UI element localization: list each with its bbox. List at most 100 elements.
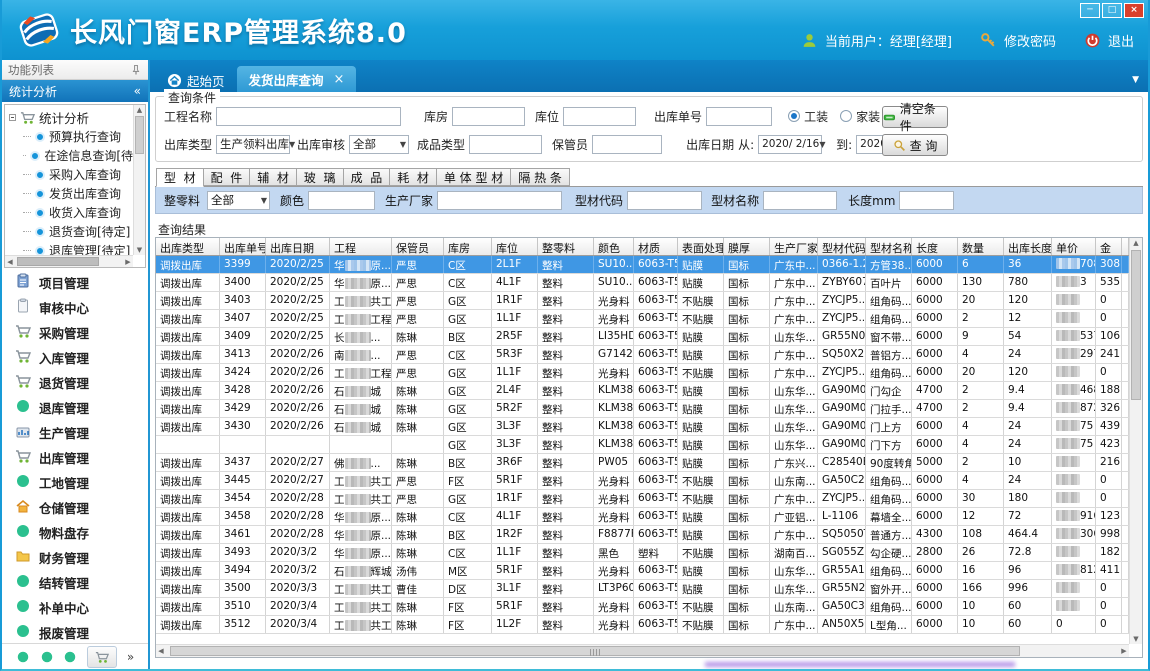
tree-item[interactable]: 采购入库查询 <box>9 165 133 184</box>
stats-panel-header[interactable]: 统计分析 « <box>2 80 148 102</box>
material-tab[interactable]: 隔 热 条 <box>511 168 570 186</box>
material-tab[interactable]: 辅 材 <box>250 168 297 186</box>
sidebar-item-clipboard[interactable]: 项目管理 <box>2 270 148 295</box>
column-header[interactable]: 型材代码 <box>818 238 866 255</box>
product-type-input[interactable] <box>469 135 542 154</box>
column-header[interactable]: 材质 <box>634 238 678 255</box>
sidebar-item-dot[interactable]: 报废管理 <box>2 620 148 643</box>
table-row[interactable]: 调拨出库33992020/2/25华原...严思C区2L1F整料SU10...6… <box>156 256 1129 274</box>
column-header[interactable]: 数量 <box>958 238 1004 255</box>
column-header[interactable]: 金 <box>1096 238 1122 255</box>
sidebar-item-doc[interactable]: 审核中心 <box>2 295 148 320</box>
green-dot-icon[interactable] <box>63 650 77 664</box>
keeper-input[interactable] <box>592 135 662 154</box>
table-row[interactable]: 调拨出库34372020/2/27佛...陈琳B区3R6F整料PW056063-… <box>156 454 1129 472</box>
pin-icon[interactable] <box>130 64 142 76</box>
scroll-left-icon[interactable]: ◀ <box>5 256 15 268</box>
profile-name-input[interactable] <box>763 191 837 210</box>
zhengling-select[interactable]: 全部▼ <box>207 191 270 210</box>
tree-item[interactable]: 退库管理[待定] <box>9 241 133 255</box>
sidebar-item-cart[interactable]: 退货管理 <box>2 370 148 395</box>
sidebar-item-home[interactable]: 仓储管理 <box>2 495 148 520</box>
column-header[interactable]: 出库长度 <box>1004 238 1052 255</box>
table-row[interactable]: 调拨出库34452020/2/27工共工程严思F区5R1F整料光身料6063-T… <box>156 472 1129 490</box>
tree-vertical-scrollbar[interactable]: ▲ ▼ <box>133 105 145 255</box>
sidebar-item-dot[interactable]: 工地管理 <box>2 470 148 495</box>
column-header[interactable]: 保管员 <box>392 238 444 255</box>
location-input[interactable] <box>563 107 636 126</box>
scroll-down-icon[interactable]: ▼ <box>1130 634 1142 644</box>
tab-overflow-icon[interactable]: ▼ <box>1132 75 1139 85</box>
sidebar-item-cart[interactable]: 出库管理 <box>2 445 148 470</box>
sidebar-item-dot[interactable]: 结转管理 <box>2 570 148 595</box>
material-tab[interactable]: 单 体 型 材 <box>437 168 511 186</box>
column-header[interactable]: 工程 <box>330 238 392 255</box>
column-header[interactable]: 长度 <box>912 238 958 255</box>
table-row[interactable]: 调拨出库34132020/2/26南...严思C区5R3F整料G71422606… <box>156 346 1129 364</box>
order-no-input[interactable] <box>706 107 772 126</box>
scroll-left-icon[interactable]: ◀ <box>156 645 166 658</box>
tree-expand-icon[interactable] <box>9 114 16 121</box>
material-tab[interactable]: 玻 璃 <box>297 168 344 186</box>
maximize-button[interactable]: □ <box>1102 3 1122 18</box>
tree-item[interactable]: 收货入库查询 <box>9 203 133 222</box>
table-row[interactable]: 调拨出库34542020/2/28工共工程严思G区1R1F整料光身料6063-T… <box>156 490 1129 508</box>
material-tab[interactable]: 配 件 <box>204 168 251 186</box>
sidebar-item-dot[interactable]: 退库管理 <box>2 395 148 420</box>
column-header[interactable]: 单价 <box>1052 238 1096 255</box>
column-header[interactable]: 库房 <box>444 238 492 255</box>
tab-close-icon[interactable]: × <box>334 72 345 87</box>
column-header[interactable]: 生产厂家 <box>770 238 818 255</box>
search-button[interactable]: 查 询 <box>882 134 948 156</box>
table-row[interactable]: 调拨出库34242020/2/26工工程严思G区1L1F整料光身料6063-T5… <box>156 364 1129 382</box>
table-row[interactable]: 调拨出库34002020/2/25华原...严思C区4L1F整料SU10...6… <box>156 274 1129 292</box>
clear-conditions-button[interactable]: 清空条件 <box>882 106 948 128</box>
scroll-up-icon[interactable]: ▲ <box>134 105 145 115</box>
column-header[interactable]: 出库单号 <box>220 238 266 255</box>
sidebar-item-cart[interactable]: 入库管理 <box>2 345 148 370</box>
audit-select[interactable]: 全部▼ <box>349 135 409 154</box>
column-header[interactable]: 库位 <box>492 238 538 255</box>
sidebar-item-dot[interactable]: 补单中心 <box>2 595 148 620</box>
sidebar-item-cart[interactable]: 采购管理 <box>2 320 148 345</box>
column-header[interactable]: 表面处理 <box>678 238 724 255</box>
table-row[interactable]: 调拨出库34092020/2/25长...陈琳B区2R5F整料LI35HD606… <box>156 328 1129 346</box>
table-row[interactable]: 调拨出库34942020/3/2石辉城汤伟M区5R1F整料光身料6063-T5贴… <box>156 562 1129 580</box>
column-header[interactable]: 膜厚 <box>724 238 770 255</box>
tab-outbound-query[interactable]: 发货出库查询 × <box>237 66 357 92</box>
sidebar-item-folder[interactable]: 财务管理 <box>2 545 148 570</box>
profile-code-input[interactable] <box>627 191 702 210</box>
scroll-right-icon[interactable]: ▶ <box>1119 645 1129 658</box>
material-tab[interactable]: 耗 材 <box>390 168 437 186</box>
table-row[interactable]: 调拨出库34302020/2/26石城陈琳G区3L3F整料KLM38176063… <box>156 418 1129 436</box>
scroll-right-icon[interactable]: ▶ <box>123 256 133 268</box>
radio-jiazhuang[interactable]: 家装 <box>840 108 880 125</box>
table-row[interactable]: 调拨出库35122020/3/4工共工程陈琳F区1L2F整料光身料6063-T5… <box>156 616 1129 634</box>
close-button[interactable]: × <box>1124 3 1144 18</box>
table-row[interactable]: 调拨出库34282020/2/26石城陈琳G区2L4F整料KLM38176063… <box>156 382 1129 400</box>
column-header[interactable]: 型材名称 <box>866 238 912 255</box>
table-row[interactable]: 调拨出库35002020/3/3工共工程曹佳D区3L1F整料LT3P606063… <box>156 580 1129 598</box>
tree-root[interactable]: 统计分析 <box>9 107 133 127</box>
color-input[interactable] <box>308 191 375 210</box>
column-header[interactable]: 颜色 <box>594 238 634 255</box>
scrollbar-thumb[interactable] <box>135 116 144 154</box>
scroll-up-icon[interactable]: ▲ <box>1130 238 1142 248</box>
tree-item[interactable]: 预算执行查询 <box>9 127 133 146</box>
sidebar-item-chart[interactable]: 生产管理 <box>2 420 148 445</box>
outbound-type-select[interactable]: 生产领料出库▼ <box>216 135 290 154</box>
more-chevron-icon[interactable]: » <box>127 652 134 662</box>
scrollbar-thumb[interactable] <box>170 646 1020 656</box>
collapse-icon[interactable]: « <box>134 84 141 98</box>
minimize-button[interactable]: ─ <box>1080 3 1100 18</box>
tree-item[interactable]: 退货查询[待定] <box>9 222 133 241</box>
green-dot-icon[interactable] <box>16 650 30 664</box>
tree-horizontal-scrollbar[interactable]: ◀ ▶ <box>5 255 133 267</box>
tree-item[interactable]: 在途信息查询[待 <box>9 146 133 165</box>
change-password-link[interactable]: 修改密码 <box>1004 31 1056 50</box>
table-row[interactable]: 调拨出库34032020/2/25工共工程严思G区1R1F整料光身料6063-T… <box>156 292 1129 310</box>
scroll-down-icon[interactable]: ▼ <box>134 245 145 255</box>
table-vertical-scrollbar[interactable]: ▲ ▼ <box>1129 238 1142 644</box>
column-header[interactable]: 出库类型 <box>156 238 220 255</box>
maker-input[interactable] <box>437 191 562 210</box>
